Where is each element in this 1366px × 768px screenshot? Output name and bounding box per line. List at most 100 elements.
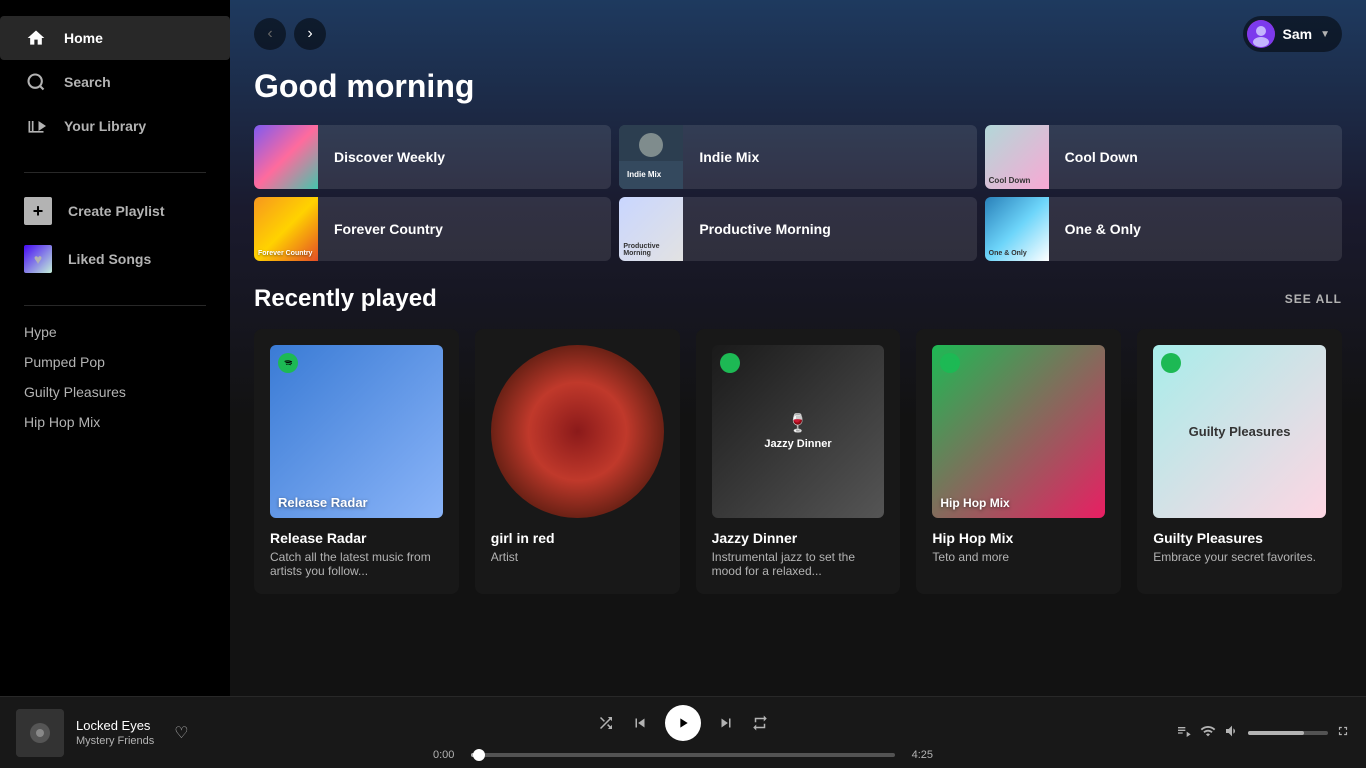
sidebar-item-home[interactable]: Home xyxy=(0,16,230,60)
guilty-pleasures-title: Guilty Pleasures xyxy=(1153,530,1326,546)
quick-play-one-and-only[interactable]: One & Only One & Only xyxy=(985,197,1342,261)
playlist-item-hip-hop-mix[interactable]: Hip Hop Mix xyxy=(24,408,206,436)
quick-play-cool-down[interactable]: Cool Down Cool Down xyxy=(985,125,1342,189)
productive-morning-label: Productive Morning xyxy=(683,221,846,237)
svg-text:Indie Mix: Indie Mix xyxy=(627,170,662,179)
card-girl-in-red[interactable]: girl in red Artist xyxy=(475,329,680,594)
guilty-pleasures-img-container: Guilty Pleasures xyxy=(1153,345,1326,518)
cool-down-label: Cool Down xyxy=(1049,149,1154,165)
forever-country-label: Forever Country xyxy=(318,221,459,237)
progress-bar[interactable] xyxy=(471,753,895,757)
greeting-title: Good morning xyxy=(254,68,1342,105)
greeting-section: Good morning Discover Weekly xyxy=(230,68,1366,285)
avatar xyxy=(1247,20,1275,48)
volume-button[interactable] xyxy=(1224,723,1240,742)
fullscreen-button[interactable] xyxy=(1336,724,1350,741)
spotify-badge-jazzy xyxy=(720,353,740,373)
back-button[interactable]: ‹ xyxy=(254,18,286,50)
release-radar-subtitle: Catch all the latest music from artists … xyxy=(270,550,443,578)
player-right xyxy=(1050,723,1350,742)
recently-played-section: Recently played SEE ALL Release Radar xyxy=(230,285,1366,618)
search-icon xyxy=(24,70,48,94)
quick-play-discover-weekly[interactable]: Discover Weekly xyxy=(254,125,611,189)
card-hip-hop-mix[interactable]: Hip Hop Mix Hip Hop Mix Teto and more xyxy=(916,329,1121,594)
discover-weekly-label: Discover Weekly xyxy=(318,149,461,165)
now-playing-left: Locked Eyes Mystery Friends ♡ xyxy=(16,709,316,757)
indie-mix-label: Indie Mix xyxy=(683,149,775,165)
next-button[interactable] xyxy=(717,714,735,732)
user-name: Sam xyxy=(1283,26,1313,42)
user-profile[interactable]: Sam ▼ xyxy=(1243,16,1342,52)
home-icon xyxy=(24,26,48,50)
indie-mix-img: Indie Mix xyxy=(619,125,683,189)
guilty-pleasures-subtitle: Embrace your secret favorites. xyxy=(1153,550,1326,564)
devices-button[interactable] xyxy=(1200,723,1216,742)
volume-fill xyxy=(1248,731,1304,735)
create-playlist-button[interactable]: + Create Playlist xyxy=(24,189,206,233)
queue-button[interactable] xyxy=(1176,723,1192,742)
play-pause-button[interactable] xyxy=(665,705,701,741)
jazzy-dinner-img: 🍷 Jazzy Dinner xyxy=(712,345,885,518)
guilty-pleasures-img: Guilty Pleasures xyxy=(1153,345,1326,518)
sidebar: Home Search Your Library xyxy=(0,0,230,696)
quick-play-grid: Discover Weekly Indie Mix I xyxy=(254,125,1342,261)
quick-play-indie-mix[interactable]: Indie Mix Indie Mix xyxy=(619,125,976,189)
forward-button[interactable]: › xyxy=(294,18,326,50)
playlist-item-guilty-pleasures[interactable]: Guilty Pleasures xyxy=(24,378,206,406)
jazzy-dinner-img-container: 🍷 Jazzy Dinner xyxy=(712,345,885,518)
sidebar-item-library[interactable]: Your Library xyxy=(0,104,230,148)
now-playing-bar: Locked Eyes Mystery Friends ♡ xyxy=(0,696,1366,768)
cards-grid: Release Radar Release Radar Catch all th… xyxy=(254,329,1342,594)
one-and-only-img: One & Only xyxy=(985,197,1049,261)
main-content: ‹ › Sam ▼ Good morning xyxy=(230,0,1366,696)
nav-buttons: ‹ › xyxy=(254,18,326,50)
hip-hop-mix-subtitle: Teto and more xyxy=(932,550,1105,564)
liked-songs-button[interactable]: ♥ Liked Songs xyxy=(24,237,206,281)
productive-morning-img: Productive Morning xyxy=(619,197,683,261)
one-and-only-label: One & Only xyxy=(1049,221,1157,237)
discover-weekly-img xyxy=(254,125,318,189)
total-time: 4:25 xyxy=(903,749,933,761)
volume-slider[interactable] xyxy=(1248,731,1328,735)
hip-hop-mix-img-container: Hip Hop Mix xyxy=(932,345,1105,518)
release-radar-title: Release Radar xyxy=(270,530,443,546)
release-radar-img-container: Release Radar xyxy=(270,345,443,518)
liked-songs-icon: ♥ xyxy=(24,245,52,273)
spotify-badge xyxy=(278,353,298,373)
jazzy-dinner-subtitle: Instrumental jazz to set the mood for a … xyxy=(712,550,885,578)
card-guilty-pleasures[interactable]: Guilty Pleasures Guilty Pleasures Embrac… xyxy=(1137,329,1342,594)
heart-button[interactable]: ♡ xyxy=(166,723,196,743)
current-time: 0:00 xyxy=(433,749,463,761)
track-info: Locked Eyes Mystery Friends xyxy=(76,718,154,747)
playlist-item-pumped-pop[interactable]: Pumped Pop xyxy=(24,348,206,376)
see-all-button[interactable]: SEE ALL xyxy=(1285,292,1342,306)
sidebar-divider xyxy=(24,172,206,173)
card-jazzy-dinner[interactable]: 🍷 Jazzy Dinner Jazzy Dinner Instrumental… xyxy=(696,329,901,594)
playlist-item-hype[interactable]: Hype xyxy=(24,318,206,346)
track-thumbnail xyxy=(16,709,64,757)
girl-in-red-subtitle: Artist xyxy=(491,550,664,564)
card-release-radar[interactable]: Release Radar Release Radar Catch all th… xyxy=(254,329,459,594)
section-header: Recently played SEE ALL xyxy=(254,285,1342,313)
sidebar-playlists-actions: + Create Playlist ♥ Liked Songs xyxy=(0,181,230,297)
track-name: Locked Eyes xyxy=(76,718,154,733)
cool-down-img: Cool Down xyxy=(985,125,1049,189)
girl-in-red-img-container xyxy=(491,345,664,518)
repeat-button[interactable] xyxy=(751,714,769,732)
shuffle-button[interactable] xyxy=(597,714,615,732)
girl-in-red-title: girl in red xyxy=(491,530,664,546)
quick-play-productive-morning[interactable]: Productive Morning Productive Morning xyxy=(619,197,976,261)
main-header: ‹ › Sam ▼ xyxy=(230,0,1366,68)
player-center: 0:00 4:25 xyxy=(316,705,1050,761)
track-artist: Mystery Friends xyxy=(76,735,154,747)
recently-played-title: Recently played xyxy=(254,285,437,313)
dropdown-arrow-icon: ▼ xyxy=(1320,29,1330,40)
hip-hop-mix-title: Hip Hop Mix xyxy=(932,530,1105,546)
create-playlist-icon: + xyxy=(24,197,52,225)
sidebar-divider-2 xyxy=(24,305,206,306)
sidebar-item-search[interactable]: Search xyxy=(0,60,230,104)
quick-play-forever-country[interactable]: Forever Country Forever Country xyxy=(254,197,611,261)
previous-button[interactable] xyxy=(631,714,649,732)
player-controls xyxy=(597,705,769,741)
hip-hop-mix-img: Hip Hop Mix xyxy=(932,345,1105,518)
